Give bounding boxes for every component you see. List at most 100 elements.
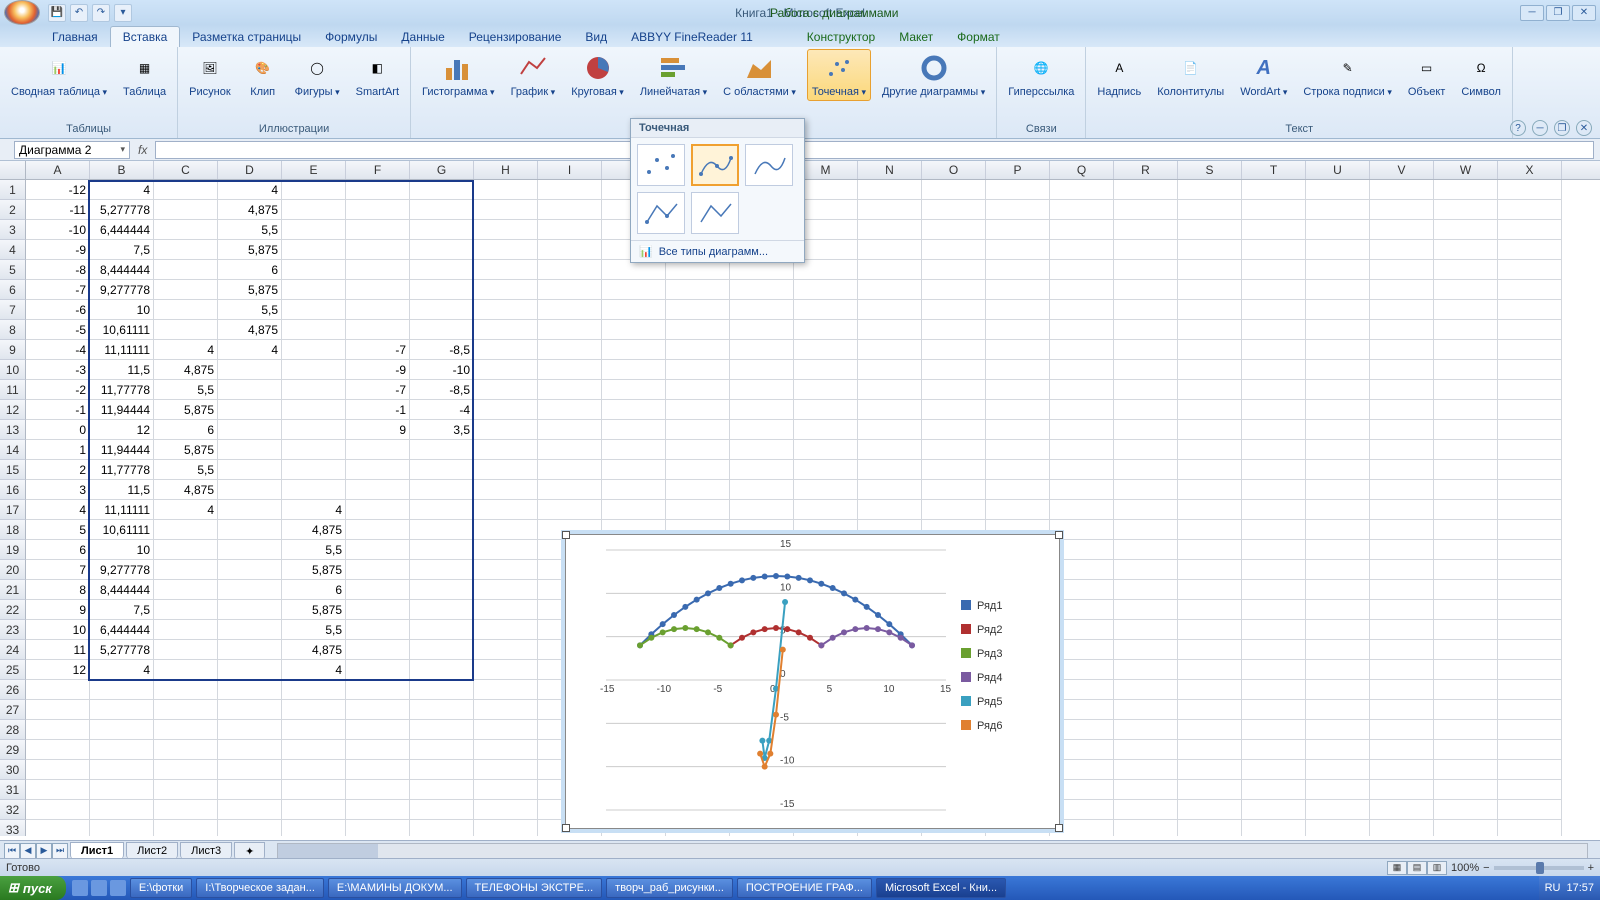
cell[interactable] — [602, 460, 666, 480]
cell[interactable]: 10,61111 — [90, 520, 154, 540]
cell[interactable] — [1434, 680, 1498, 700]
row-header[interactable]: 31 — [0, 780, 26, 800]
cell[interactable]: -8,5 — [410, 340, 474, 360]
cell[interactable] — [1178, 680, 1242, 700]
cell[interactable] — [666, 480, 730, 500]
cell[interactable] — [1498, 180, 1562, 200]
cell[interactable] — [1114, 640, 1178, 660]
row-header[interactable]: 5 — [0, 260, 26, 280]
cell[interactable] — [794, 500, 858, 520]
row-header[interactable]: 7 — [0, 300, 26, 320]
cell[interactable] — [1178, 240, 1242, 260]
hyperlink-button[interactable]: 🌐Гиперссылка — [1003, 49, 1079, 101]
cell[interactable] — [410, 820, 474, 836]
resize-handle[interactable] — [562, 824, 570, 832]
cell[interactable] — [90, 680, 154, 700]
cell[interactable] — [410, 540, 474, 560]
cell[interactable]: 9 — [346, 420, 410, 440]
cell[interactable] — [154, 540, 218, 560]
cell[interactable] — [1242, 420, 1306, 440]
cell[interactable] — [858, 400, 922, 420]
row-header[interactable]: 14 — [0, 440, 26, 460]
cell[interactable] — [346, 540, 410, 560]
col-header[interactable]: V — [1370, 161, 1434, 179]
cell[interactable] — [922, 340, 986, 360]
cell[interactable] — [154, 680, 218, 700]
cell[interactable] — [1114, 800, 1178, 820]
cell[interactable] — [986, 340, 1050, 360]
embedded-chart[interactable]: -15-10-5051015-15-10-5051015 Ряд1Ряд2Ряд… — [565, 534, 1060, 829]
cell[interactable] — [1178, 500, 1242, 520]
cell[interactable] — [1050, 220, 1114, 240]
cell[interactable] — [1242, 740, 1306, 760]
cell[interactable] — [282, 740, 346, 760]
cell[interactable] — [794, 460, 858, 480]
cell[interactable]: 5,5 — [282, 540, 346, 560]
cell[interactable] — [1306, 520, 1370, 540]
cell[interactable] — [218, 580, 282, 600]
cell[interactable] — [1434, 660, 1498, 680]
cell[interactable] — [1114, 280, 1178, 300]
cell[interactable] — [1434, 280, 1498, 300]
cell[interactable] — [1178, 300, 1242, 320]
cell[interactable] — [154, 520, 218, 540]
scatter-straight-lines[interactable] — [691, 192, 739, 234]
cell[interactable] — [538, 360, 602, 380]
cell[interactable] — [410, 620, 474, 640]
cell[interactable] — [730, 380, 794, 400]
col-header[interactable]: E — [282, 161, 346, 179]
row-header[interactable]: 4 — [0, 240, 26, 260]
cell[interactable]: 5,5 — [282, 620, 346, 640]
cell[interactable] — [986, 200, 1050, 220]
cell[interactable] — [1242, 760, 1306, 780]
cell[interactable] — [90, 760, 154, 780]
cell[interactable] — [1434, 540, 1498, 560]
cell[interactable] — [346, 240, 410, 260]
cell[interactable] — [410, 640, 474, 660]
cell[interactable] — [986, 240, 1050, 260]
cell[interactable] — [282, 200, 346, 220]
cell[interactable] — [154, 240, 218, 260]
cell[interactable] — [346, 740, 410, 760]
cell[interactable] — [1434, 560, 1498, 580]
cell[interactable] — [1434, 600, 1498, 620]
cell[interactable] — [666, 460, 730, 480]
cell[interactable] — [1498, 820, 1562, 836]
cell[interactable] — [474, 460, 538, 480]
col-header[interactable]: C — [154, 161, 218, 179]
cell[interactable] — [346, 780, 410, 800]
cell[interactable] — [154, 300, 218, 320]
cell[interactable] — [666, 360, 730, 380]
cell[interactable] — [1370, 420, 1434, 440]
signature-line-button[interactable]: ✎Строка подписи — [1298, 49, 1396, 101]
cell[interactable]: 11,11111 — [90, 500, 154, 520]
cell[interactable] — [1114, 460, 1178, 480]
cell[interactable] — [90, 720, 154, 740]
cell[interactable] — [1498, 240, 1562, 260]
cell[interactable] — [1114, 400, 1178, 420]
cell[interactable] — [1050, 460, 1114, 480]
cell[interactable] — [1434, 420, 1498, 440]
cell[interactable] — [858, 280, 922, 300]
cell[interactable] — [1178, 400, 1242, 420]
cell[interactable] — [410, 560, 474, 580]
cell[interactable]: 6,444444 — [90, 620, 154, 640]
cell[interactable] — [1498, 800, 1562, 820]
cell[interactable] — [1242, 500, 1306, 520]
row-header[interactable]: 11 — [0, 380, 26, 400]
col-header[interactable]: B — [90, 161, 154, 179]
cell[interactable] — [154, 740, 218, 760]
cell[interactable]: 6 — [154, 420, 218, 440]
cell[interactable] — [1050, 360, 1114, 380]
cell[interactable] — [474, 580, 538, 600]
cell[interactable] — [154, 640, 218, 660]
cell[interactable] — [1050, 280, 1114, 300]
cell[interactable] — [282, 300, 346, 320]
cell[interactable] — [1370, 180, 1434, 200]
cell[interactable] — [666, 320, 730, 340]
cell[interactable] — [730, 280, 794, 300]
cell[interactable] — [474, 660, 538, 680]
row-header[interactable]: 9 — [0, 340, 26, 360]
cell[interactable] — [410, 260, 474, 280]
cell[interactable] — [1434, 360, 1498, 380]
